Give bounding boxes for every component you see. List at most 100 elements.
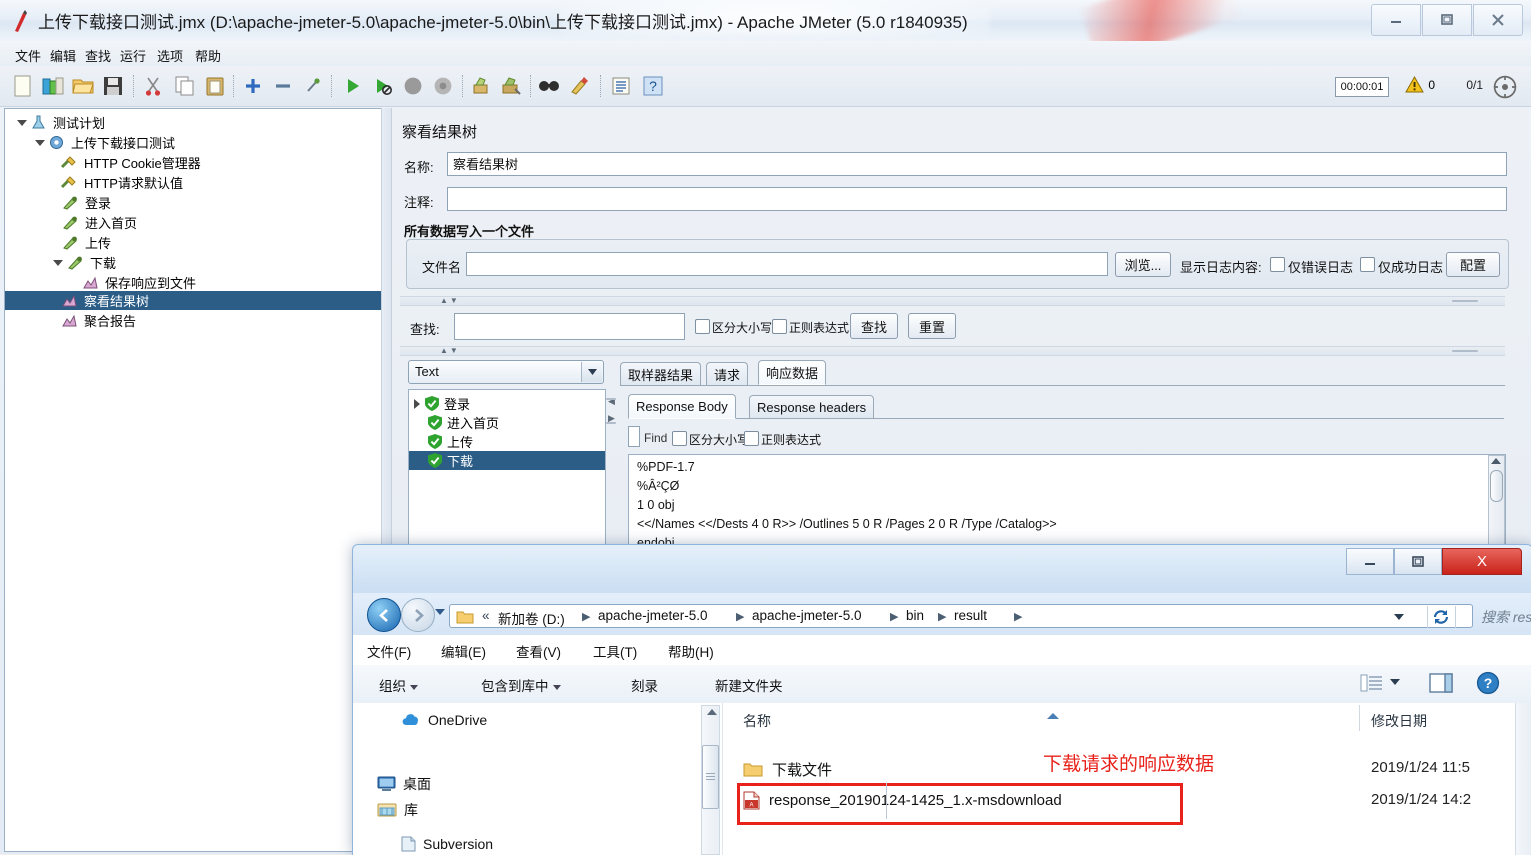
address-bar[interactable]: « 新加卷 (D:) ▶ apache-jmeter-5.0 ▶ apache-… <box>449 604 1473 628</box>
explorer-minimize-button[interactable] <box>1346 548 1394 575</box>
paste-icon[interactable] <box>202 73 228 99</box>
find-regex-checkbox[interactable] <box>772 319 787 334</box>
find-button[interactable]: 查找 <box>850 313 898 339</box>
explorer-menu-help[interactable]: 帮助(H) <box>668 641 714 661</box>
splitter-bottom[interactable] <box>400 346 1505 356</box>
tab-response-data[interactable]: 响应数据 <box>758 360 827 385</box>
result-item-download[interactable]: 下载 <box>409 451 605 470</box>
response-regex-checkbox[interactable] <box>744 431 759 446</box>
chevron-down-icon[interactable] <box>17 119 27 126</box>
search-box[interactable]: 搜索 result <box>1481 604 1531 628</box>
tree-node-upload[interactable]: 上传 <box>62 233 114 252</box>
result-item-upload[interactable]: 上传 <box>428 432 473 451</box>
start-no-pause-icon[interactable] <box>370 73 396 99</box>
toggle-icon[interactable] <box>300 73 326 99</box>
breadcrumb-jmeter-1[interactable]: apache-jmeter-5.0 <box>598 608 708 623</box>
warning-indicator[interactable]: 0 <box>1405 76 1435 93</box>
explorer-menu-file[interactable]: 文件(F) <box>367 641 411 661</box>
preview-pane-button[interactable] <box>1428 672 1454 697</box>
menu-item-options[interactable]: 选项 <box>152 45 188 66</box>
tree-node-download[interactable]: 下载 <box>53 253 119 272</box>
nav-item-library[interactable]: 库 <box>377 800 418 820</box>
breadcrumb-separator-icon[interactable]: ▶ <box>736 610 744 623</box>
nav-item-desktop[interactable]: 桌面 <box>377 774 431 794</box>
minimize-button[interactable] <box>1371 4 1421 36</box>
templates-icon[interactable] <box>40 73 66 99</box>
start-icon[interactable] <box>340 73 366 99</box>
close-button[interactable] <box>1473 4 1523 36</box>
chevron-down-icon[interactable] <box>1390 679 1400 685</box>
tree-node-aggregate-report[interactable]: 聚合报告 <box>62 311 139 330</box>
reset-button[interactable]: 重置 <box>908 313 956 339</box>
file-list-scrollbar[interactable] <box>1515 703 1531 855</box>
result-item-login[interactable]: 登录 <box>414 394 470 413</box>
menu-item-help[interactable]: 帮助 <box>190 45 226 66</box>
tree-node-homepage[interactable]: 进入首页 <box>62 213 140 232</box>
chevron-down-icon[interactable] <box>53 259 63 266</box>
response-body-scroll-thumb[interactable] <box>1490 470 1503 502</box>
search-icon[interactable] <box>536 73 562 99</box>
open-icon[interactable] <box>70 73 96 99</box>
response-find-input[interactable] <box>628 426 640 447</box>
forward-button[interactable] <box>401 598 435 632</box>
explorer-maximize-button[interactable] <box>1394 548 1442 575</box>
find-input[interactable] <box>454 313 685 340</box>
errors-only-checkbox[interactable] <box>1270 257 1285 272</box>
file-row-folder[interactable]: 下载文件 <box>743 759 832 780</box>
refresh-button[interactable] <box>1432 608 1450 628</box>
explorer-menu-edit[interactable]: 编辑(E) <box>441 641 486 661</box>
test-plan-tree[interactable]: 测试计划 上传下载接口测试 HTTP Cookie管理器 HTTP请求默认值 登… <box>4 108 382 852</box>
splitter-top-arrows[interactable]: ▲▼ <box>440 296 460 305</box>
tab-response-body[interactable]: Response Body <box>628 394 736 419</box>
chevron-down-icon[interactable] <box>1394 614 1404 620</box>
view-list-button[interactable] <box>1360 673 1384 696</box>
menu-item-run[interactable]: 运行 <box>115 45 151 66</box>
chevron-down-icon[interactable] <box>35 139 45 146</box>
tab-sampler-result[interactable]: 取样器结果 <box>620 362 702 385</box>
save-icon[interactable] <box>100 73 126 99</box>
stop-icon[interactable] <box>400 73 426 99</box>
clear-icon[interactable] <box>468 73 494 99</box>
navigation-pane[interactable]: OneDrive 桌面 库 Subversion <box>353 703 723 855</box>
help-icon[interactable]: ? <box>640 73 666 99</box>
filename-input[interactable] <box>466 252 1108 276</box>
cut-icon[interactable] <box>140 73 166 99</box>
breadcrumb-result[interactable]: result <box>954 608 987 623</box>
burn-button[interactable]: 刻录 <box>631 675 658 695</box>
inner-splitter-grip-b[interactable] <box>606 422 616 424</box>
splitter-top-grip[interactable] <box>1452 300 1478 302</box>
inner-splitter-grip-a[interactable] <box>606 398 616 400</box>
chevron-right-icon[interactable] <box>414 398 420 409</box>
shutdown-icon[interactable] <box>430 73 456 99</box>
clear-all-icon[interactable] <box>498 73 524 99</box>
include-in-library-button[interactable]: 包含到库中 <box>481 675 561 695</box>
splitter-bottom-grip[interactable] <box>1452 350 1478 352</box>
organize-button[interactable]: 组织 <box>379 675 418 695</box>
breadcrumb-separator-icon[interactable]: ▶ <box>1014 610 1022 623</box>
column-header-name[interactable]: 名称 <box>743 711 771 731</box>
breadcrumb-bin[interactable]: bin <box>906 608 924 623</box>
menu-item-file[interactable]: 文件 <box>10 45 46 66</box>
recent-pages-icon[interactable] <box>435 609 445 615</box>
file-list-pane[interactable]: 名称 修改日期 下载文件 2019/1/24 11:5 A response_2… <box>723 703 1531 855</box>
result-item-homepage[interactable]: 进入首页 <box>428 413 499 432</box>
splitter-top[interactable] <box>400 296 1505 306</box>
expand-icon[interactable] <box>240 73 266 99</box>
tree-node-test-plan[interactable]: 测试计划 <box>17 113 108 132</box>
name-input[interactable]: 察看结果树 <box>447 152 1507 176</box>
scroll-up-arrow-icon[interactable] <box>707 709 717 715</box>
scroll-up-arrow-icon[interactable] <box>1491 458 1501 464</box>
tab-response-headers[interactable]: Response headers <box>749 395 875 418</box>
explorer-menu-view[interactable]: 查看(V) <box>516 641 561 661</box>
breadcrumb-jmeter-2[interactable]: apache-jmeter-5.0 <box>752 608 862 623</box>
new-folder-button[interactable]: 新建文件夹 <box>715 675 783 695</box>
menu-item-search[interactable]: 查找 <box>80 45 116 66</box>
search-input[interactable]: 搜索 result <box>1481 607 1531 627</box>
column-divider[interactable] <box>1359 705 1360 731</box>
explorer-close-button[interactable]: X <box>1442 548 1522 575</box>
browse-button[interactable]: 浏览... <box>1115 252 1171 277</box>
maximize-button[interactable] <box>1422 4 1472 36</box>
function-helper-icon[interactable] <box>608 73 634 99</box>
column-header-date[interactable]: 修改日期 <box>1371 711 1427 731</box>
splitter-bottom-arrows[interactable]: ▲▼ <box>440 346 460 355</box>
